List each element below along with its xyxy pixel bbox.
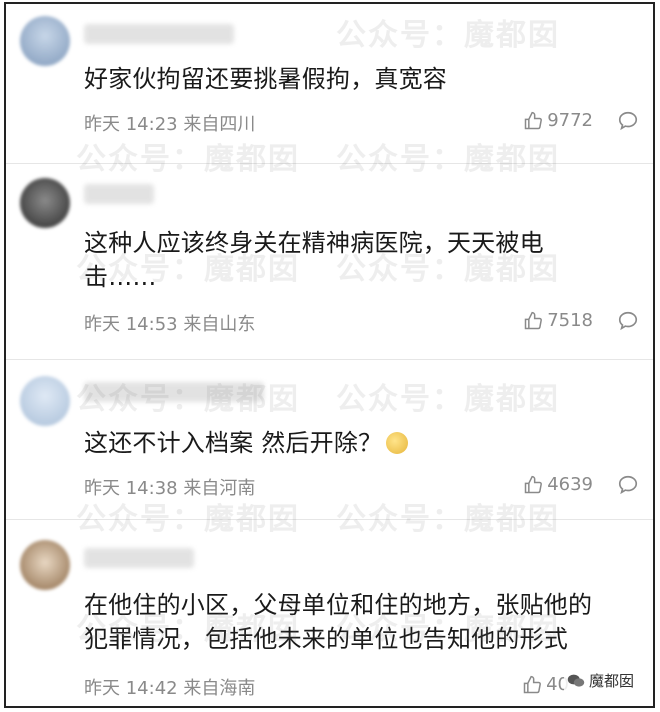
reply-button[interactable] [617,110,639,136]
comment-time: 昨天 14:42 [84,678,178,699]
like-count: 4639 [547,474,593,495]
avatar[interactable] [20,178,70,228]
comment-text: 这还不计入档案 然后开除？ [84,426,613,460]
comment-bubble-icon [618,111,638,131]
comment-text: 好家伙拘留还要挑暑假拘，真宽容 [84,65,447,93]
wechat-icon [567,674,585,687]
thumbs-up-icon [524,311,543,329]
comment-location: 来自河南 [183,478,256,499]
comment-time: 昨天 14:38 [84,478,178,499]
comment-time: 昨天 14:53 [84,314,178,335]
comment-bubble-icon [618,475,638,495]
comment-item: 在他住的小区，父母单位和住的地方，张贴他的犯罪情况，包括他未来的单位也告知他的形… [6,520,653,706]
thumbs-up-icon [524,475,543,493]
thumbs-up-icon [524,111,543,129]
comment-item: 好家伙拘留还要挑暑假拘，真宽容 昨天 14:23 来自四川 9772 [6,4,653,164]
like-count: 7518 [547,310,593,331]
comment-list: 好家伙拘留还要挑暑假拘，真宽容 昨天 14:23 来自四川 9772 这种人应该… [4,2,655,708]
brand-label: 魔都囡 [588,672,634,690]
like-button[interactable]: 7518 [523,310,593,331]
like-button[interactable]: 40 [522,674,569,695]
comment-time: 昨天 14:23 [84,114,178,135]
username-blurred[interactable] [84,382,264,402]
comment-text: 这种人应该终身关在精神病医院，天天被电击…… [84,229,544,291]
brand-tag: 魔都囡 [563,669,637,692]
comment-location: 来自海南 [183,678,256,699]
username-blurred[interactable] [84,24,234,44]
reply-button[interactable] [617,474,639,500]
comment-meta: 昨天 14:53 来自山东 [84,310,255,336]
comment-item: 这还不计入档案 然后开除？ 昨天 14:38 来自河南 4639 [6,360,653,520]
username-blurred[interactable] [84,184,154,204]
comment-meta: 昨天 14:23 来自四川 [84,110,255,136]
like-count: 9772 [547,110,593,131]
comment-location: 来自山东 [183,314,256,335]
comment-text-content: 这还不计入档案 然后开除？ [84,429,383,457]
username-blurred[interactable] [84,548,194,568]
emoji-icon [386,432,409,454]
comment-location: 来自四川 [183,114,256,135]
comment-text: 在他住的小区，父母单位和住的地方，张贴他的犯罪情况，包括他未来的单位也告知他的形… [84,591,593,653]
avatar[interactable] [20,16,70,66]
comment-bubble-icon [618,311,638,331]
comment-meta: 昨天 14:38 来自河南 [84,474,255,500]
reply-button[interactable] [617,310,639,336]
like-button[interactable]: 4639 [523,474,593,495]
thumbs-up-icon [523,675,542,693]
avatar[interactable] [20,376,70,426]
like-button[interactable]: 9772 [523,110,593,131]
avatar[interactable] [20,540,70,590]
comment-item: 这种人应该终身关在精神病医院，天天被电击…… 昨天 14:53 来自山东 751… [6,164,653,360]
comment-meta: 昨天 14:42 来自海南 [84,674,255,700]
